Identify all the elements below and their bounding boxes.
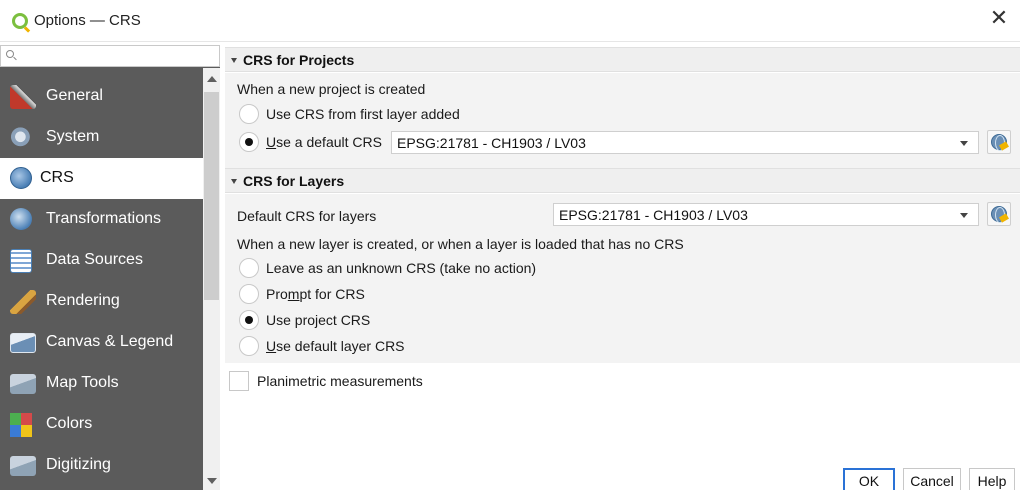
close-icon[interactable]: ✕ — [988, 8, 1010, 30]
sidebar-item-label: Rendering — [46, 292, 120, 309]
project-default-crs-select[interactable]: EPSG:21781 - CH1903 / LV03 — [391, 131, 979, 154]
globe-transform-icon — [10, 208, 32, 230]
scrollbar-thumb[interactable] — [204, 92, 219, 300]
cancel-button[interactable]: Cancel — [903, 468, 961, 490]
sidebar-search-input[interactable] — [0, 45, 220, 67]
gears-icon — [10, 126, 36, 150]
sidebar-item-system[interactable]: System — [0, 117, 203, 158]
mnemonic-char: m — [287, 286, 300, 302]
globe-icon — [10, 167, 32, 189]
radio-crs-first-layer[interactable] — [239, 104, 259, 124]
window-title: Options — CRS — [34, 12, 141, 29]
table-icon — [10, 249, 32, 273]
sidebar-item-label: Canvas & Legend — [46, 333, 174, 350]
crs-layers-group-header[interactable]: CRS for Layers — [225, 168, 1020, 193]
planimetric-label[interactable]: Planimetric measurements — [257, 373, 423, 389]
radio-default-crs-label[interactable]: Use a default CRS — [266, 134, 382, 150]
collapse-triangle-icon — [231, 58, 237, 63]
radio-unknown-crs[interactable] — [239, 258, 259, 278]
qgis-logo-icon — [12, 13, 28, 29]
layer-default-crs-select[interactable]: EPSG:21781 - CH1903 / LV03 — [553, 203, 979, 226]
options-sidebar: General System CRS Transformations Data … — [0, 45, 220, 490]
group-title: CRS for Layers — [243, 173, 345, 189]
select-value: EPSG:21781 - CH1903 / LV03 — [559, 207, 748, 223]
radio-project-crs-label[interactable]: Use project CRS — [266, 312, 370, 328]
sidebar-item-label: Transformations — [46, 210, 161, 227]
radio-prompt-crs-label[interactable]: Prompt for CRS — [266, 286, 365, 302]
sidebar-item-general[interactable]: General — [0, 76, 203, 117]
radio-crs-first-layer-label[interactable]: Use CRS from first layer added — [266, 106, 460, 122]
radio-default-layer-crs-label[interactable]: Use default layer CRS — [266, 338, 405, 354]
sidebar-item-label: CRS — [40, 169, 74, 186]
map-tools-icon — [10, 374, 36, 394]
default-crs-layers-label: Default CRS for layers — [237, 208, 377, 224]
group-title: CRS for Projects — [243, 52, 355, 68]
color-grid-icon — [10, 413, 32, 437]
sidebar-item-rendering[interactable]: Rendering — [0, 281, 203, 322]
sidebar-item-label: System — [46, 128, 100, 145]
radio-unknown-crs-label[interactable]: Leave as an unknown CRS (take no action) — [266, 260, 536, 276]
crs-projects-group-header[interactable]: CRS for Projects — [225, 47, 1020, 72]
scroll-down-icon[interactable] — [207, 478, 217, 484]
crs-settings-panel: CRS for Projects When a new project is c… — [225, 45, 1020, 490]
map-canvas-icon — [10, 333, 36, 353]
brush-icon — [10, 290, 36, 314]
layer-crs-picker-button[interactable] — [987, 202, 1011, 226]
help-button[interactable]: Help — [969, 468, 1015, 490]
select-value: EPSG:21781 - CH1903 / LV03 — [397, 135, 586, 151]
mnemonic-char: U — [266, 134, 277, 150]
label-part: Pro — [266, 286, 288, 302]
sidebar-item-label: Digitizing — [46, 456, 111, 473]
new-layer-intro: When a new layer is created, or when a l… — [237, 236, 684, 252]
sidebar-item-map-tools[interactable]: Map Tools — [0, 363, 203, 404]
radio-default-layer-crs[interactable] — [239, 336, 259, 356]
title-bar: Options — CRS ✕ — [0, 0, 1020, 42]
label-rest: se a default CRS — [276, 134, 382, 150]
collapse-triangle-icon — [231, 179, 237, 184]
project-crs-picker-button[interactable] — [987, 130, 1011, 154]
radio-default-crs[interactable] — [239, 132, 259, 152]
crs-projects-group: When a new project is created Use CRS fr… — [225, 73, 1020, 170]
sidebar-item-label: Map Tools — [46, 374, 119, 391]
sidebar-item-transformations[interactable]: Transformations — [0, 199, 203, 240]
digitizing-icon — [10, 456, 36, 476]
options-nav-list: General System CRS Transformations Data … — [0, 68, 203, 490]
radio-prompt-crs[interactable] — [239, 284, 259, 304]
sidebar-item-label: Colors — [46, 415, 93, 432]
sidebar-item-digitizing[interactable]: Digitizing — [0, 445, 203, 486]
sidebar-item-label: General — [46, 87, 103, 104]
label-rest: se default layer CRS — [276, 338, 405, 354]
new-project-intro: When a new project is created — [237, 81, 426, 97]
ok-button[interactable]: OK — [843, 468, 895, 490]
sidebar-item-data-sources[interactable]: Data Sources — [0, 240, 203, 281]
sidebar-item-label: Data Sources — [46, 251, 143, 268]
chevron-down-icon — [960, 213, 968, 218]
crs-globe-icon — [991, 206, 1007, 223]
planimetric-checkbox[interactable] — [229, 371, 249, 391]
label-part: pt for CRS — [299, 286, 365, 302]
mnemonic-char: U — [266, 338, 277, 354]
search-icon — [6, 50, 14, 58]
sidebar-item-colors[interactable]: Colors — [0, 404, 203, 445]
chevron-down-icon — [960, 141, 968, 146]
sidebar-scrollbar[interactable] — [203, 68, 220, 490]
sidebar-item-canvas-legend[interactable]: Canvas & Legend — [0, 322, 203, 363]
scroll-up-icon[interactable] — [207, 76, 217, 82]
radio-project-crs[interactable] — [239, 310, 259, 330]
crs-globe-icon — [991, 134, 1007, 151]
crs-layers-group: Default CRS for layers EPSG:21781 - CH19… — [225, 194, 1020, 363]
tools-icon — [10, 85, 36, 109]
sidebar-item-crs[interactable]: CRS — [0, 158, 203, 199]
